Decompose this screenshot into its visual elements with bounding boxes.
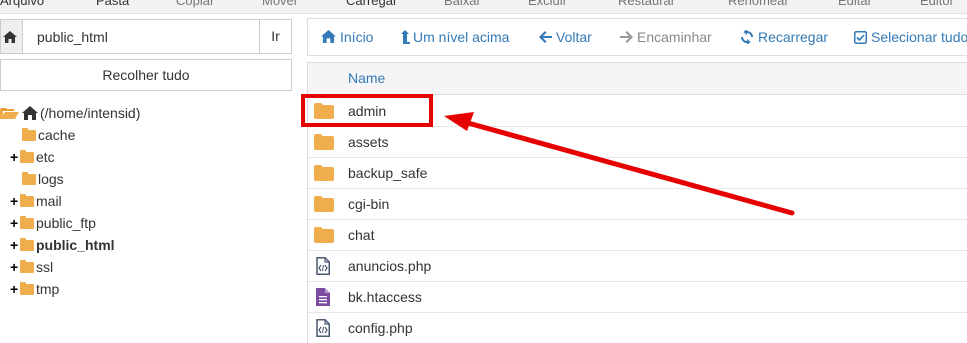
table-row[interactable]: anuncios.php: [308, 251, 967, 282]
table-row[interactable]: assets: [308, 127, 967, 158]
folder-icon: [314, 227, 334, 243]
toolbar-item-folder[interactable]: Pasta: [96, 0, 129, 8]
folder-icon: [314, 196, 334, 212]
tree-item-public-ftp[interactable]: + public_ftp: [10, 212, 96, 234]
toolbar-item-download[interactable]: Baixar: [444, 0, 481, 8]
level-up-icon: [401, 30, 410, 44]
collapse-all-button[interactable]: Recolher tudo: [0, 59, 292, 91]
table-row[interactable]: chat: [308, 220, 967, 251]
expand-icon[interactable]: +: [10, 234, 20, 256]
folder-icon: [314, 165, 334, 181]
tree-item-label: cache: [38, 127, 76, 143]
column-header-name[interactable]: Name: [348, 63, 385, 94]
expand-icon[interactable]: +: [10, 146, 20, 168]
back-button-label: Voltar: [556, 29, 592, 45]
text-file-icon: [316, 288, 330, 306]
toolbar-item-restore[interactable]: Restaurar: [618, 0, 675, 8]
tree-item-mail[interactable]: + mail: [10, 190, 62, 212]
up-one-level-label: Um nível acima: [413, 29, 510, 45]
file-name: backup_safe: [348, 165, 428, 181]
back-button[interactable]: Voltar: [539, 19, 592, 55]
folder-icon: [20, 282, 34, 295]
toolbar-item-delete[interactable]: Excluir: [528, 0, 567, 8]
toolbar-item-edit[interactable]: Editar: [838, 0, 872, 8]
folder-icon: [20, 150, 34, 163]
path-bar: Ir: [0, 19, 292, 54]
go-button[interactable]: Ir: [259, 20, 291, 53]
folder-icon: [20, 194, 34, 207]
refresh-icon: [741, 30, 753, 44]
tree-item-ssl[interactable]: + ssl: [10, 256, 53, 278]
folder-icon: [314, 134, 334, 150]
tree-item-label: mail: [36, 193, 62, 209]
toolbar-item-copy[interactable]: Copiar: [176, 0, 214, 8]
up-one-level-button[interactable]: Um nível acima: [401, 19, 509, 55]
reload-button-label: Recarregar: [758, 29, 829, 45]
path-input[interactable]: [23, 20, 259, 53]
tree-item-label: public_html: [36, 237, 115, 253]
folder-icon: [22, 128, 36, 141]
home-icon: [22, 106, 38, 120]
tree-item-label: public_ftp: [36, 215, 96, 231]
table-header: Name: [308, 63, 967, 95]
file-name: anuncios.php: [348, 258, 432, 274]
file-name: chat: [348, 227, 375, 243]
arrow-right-icon: [620, 31, 633, 43]
toolbar-item-editor[interactable]: Editor: [920, 0, 954, 8]
home-icon: [321, 30, 336, 43]
tree-item-tmp[interactable]: + tmp: [10, 278, 59, 300]
table-row[interactable]: bk.htaccess: [308, 282, 967, 313]
check-square-icon: [854, 31, 867, 44]
table-row[interactable]: backup_safe: [308, 158, 967, 189]
tree-item-label: etc: [36, 149, 55, 165]
expand-icon[interactable]: +: [10, 190, 20, 212]
file-name: config.php: [348, 320, 413, 336]
main-toolbar: Arquivo Pasta Copiar Mover Carregar Baix…: [0, 0, 967, 14]
select-all-button[interactable]: Selecionar tudo: [854, 19, 967, 55]
navigation-toolbar: Início Um nível acima Voltar Encaminhar …: [307, 18, 967, 56]
toolbar-item-move[interactable]: Mover: [262, 0, 298, 8]
expand-icon[interactable]: +: [10, 278, 20, 300]
toolbar-item-upload[interactable]: Carregar: [346, 0, 397, 8]
open-folder-icon: [0, 108, 19, 119]
home-button-label: Início: [340, 29, 374, 45]
file-name: bk.htaccess: [348, 289, 422, 305]
code-file-icon: [316, 319, 330, 337]
arrow-left-icon: [539, 31, 552, 43]
file-name: assets: [348, 134, 389, 150]
tree-item-public-html[interactable]: + public_html: [10, 234, 115, 256]
file-manager: Arquivo Pasta Copiar Mover Carregar Baix…: [0, 0, 967, 343]
file-name: cgi-bin: [348, 196, 390, 212]
select-all-label: Selecionar tudo: [871, 29, 967, 45]
folder-icon: [20, 216, 34, 229]
tree-item-label: ssl: [36, 259, 54, 275]
path-home-button[interactable]: [1, 20, 23, 53]
tree-item-logs[interactable]: logs: [22, 168, 64, 190]
home-button[interactable]: Início: [321, 19, 373, 55]
tree-item-etc[interactable]: + etc: [10, 146, 55, 168]
code-file-icon: [316, 257, 330, 275]
forward-button[interactable]: Encaminhar: [620, 19, 712, 55]
forward-button-label: Encaminhar: [637, 29, 712, 45]
tree-item-label: logs: [38, 171, 64, 187]
table-row[interactable]: cgi-bin: [308, 189, 967, 220]
home-icon: [3, 31, 17, 43]
folder-icon: [22, 172, 36, 185]
tree-root[interactable]: (/home/intensid): [0, 102, 140, 124]
expand-icon[interactable]: +: [10, 212, 20, 234]
tree-item-label: tmp: [36, 281, 60, 297]
toolbar-item-file[interactable]: Arquivo: [0, 0, 44, 8]
tree-root-label: (/home/intensid): [40, 105, 141, 121]
table-row[interactable]: config.php: [308, 313, 967, 343]
reload-button[interactable]: Recarregar: [740, 19, 828, 55]
folder-icon: [20, 260, 34, 273]
annotation-highlight-box: [301, 94, 433, 127]
toolbar-item-rename[interactable]: Renomear: [728, 0, 789, 8]
folder-icon: [20, 238, 34, 251]
tree-item-cache[interactable]: cache: [22, 124, 75, 146]
expand-icon[interactable]: +: [10, 256, 20, 278]
